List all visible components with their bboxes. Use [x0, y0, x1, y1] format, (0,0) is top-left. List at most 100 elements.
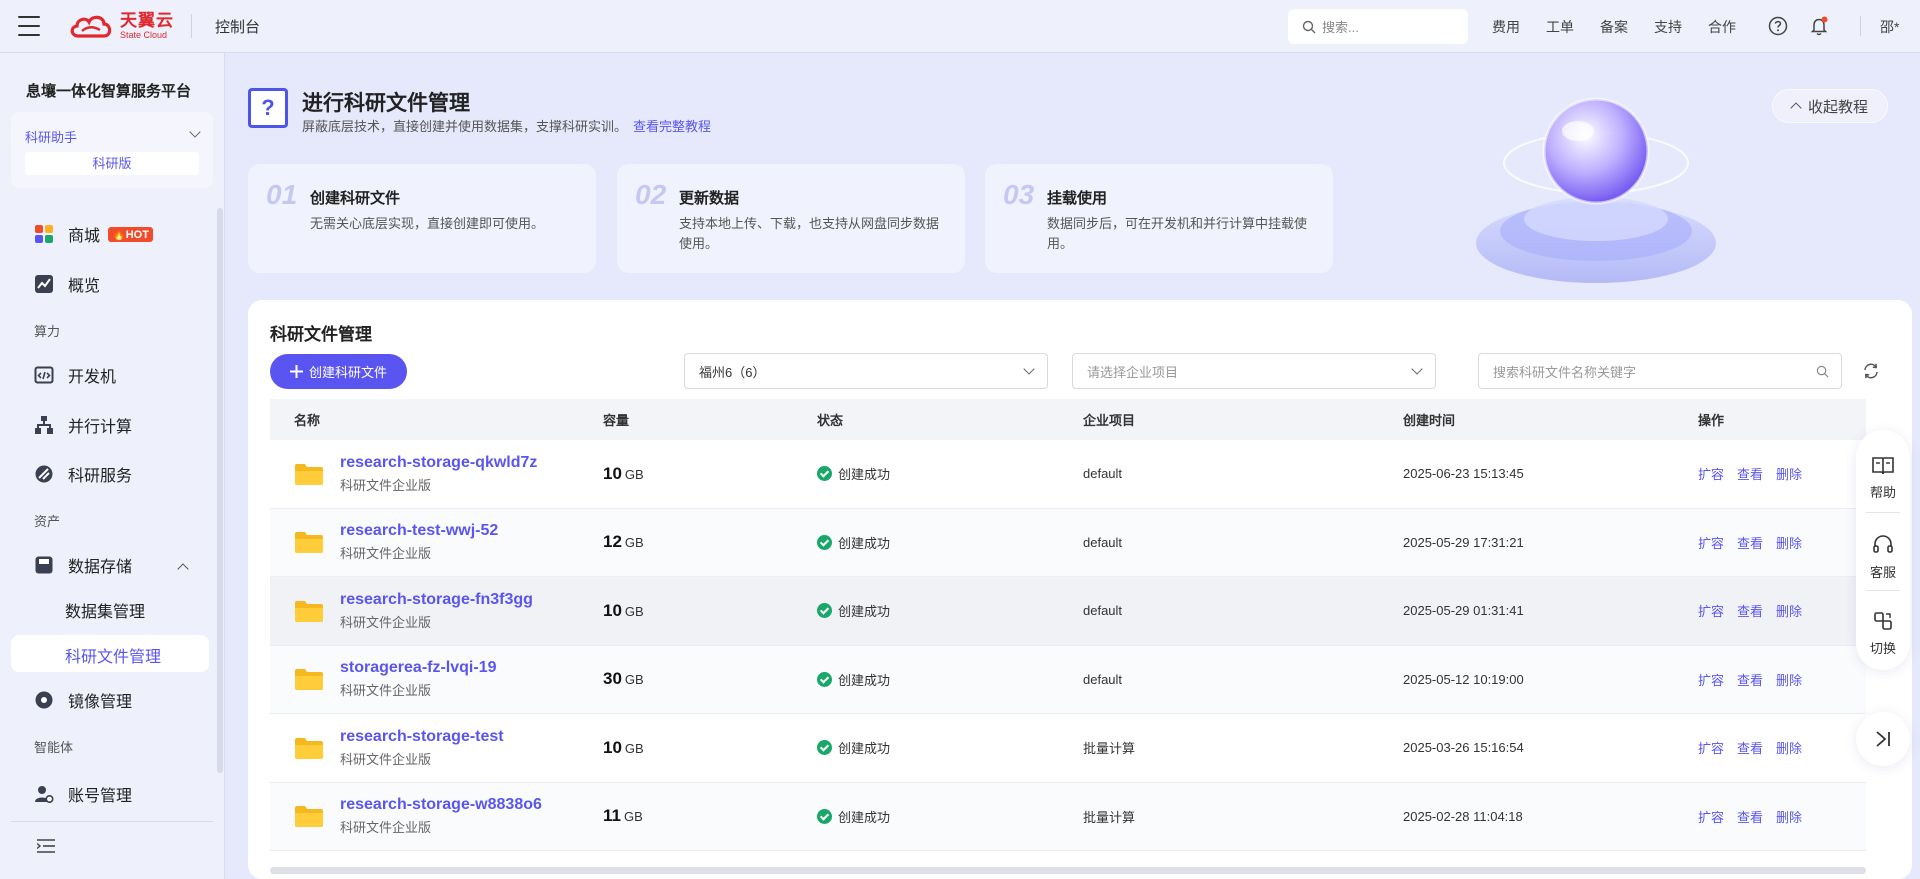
sidebar-item-data-storage[interactable]: 数据存储: [34, 553, 132, 577]
guide-step-1: 01 创建科研文件 无需关心底层实现，直接创建即可使用。: [248, 164, 596, 273]
research-file-name-link[interactable]: research-storage-test: [340, 728, 504, 746]
sidebar-item-research-service[interactable]: 科研服务: [34, 462, 132, 486]
sidebar-item-overview[interactable]: 概览: [34, 272, 100, 296]
chevron-up-icon: [1790, 102, 1802, 114]
expand-action[interactable]: 扩容: [1698, 464, 1724, 483]
assistant-switcher[interactable]: 科研助手 科研版: [11, 112, 213, 188]
view-action[interactable]: 查看: [1737, 670, 1763, 689]
name-block: research-storage-qkwld7z 科研文件企业版: [340, 454, 537, 494]
view-action[interactable]: 查看: [1737, 807, 1763, 826]
create-research-file-button[interactable]: 创建科研文件: [270, 354, 407, 389]
step-number: 01: [266, 179, 298, 210]
delete-action[interactable]: 删除: [1776, 807, 1802, 826]
folder-icon: [295, 532, 323, 554]
table-row[interactable]: research-storage-fn3f3gg 科研文件企业版 10 GB 创建成功 d…: [270, 577, 1866, 646]
expand-action[interactable]: 扩容: [1698, 670, 1724, 689]
step-number: 02: [635, 179, 667, 210]
table-row[interactable]: research-storage-w8838o6 科研文件企业版 11 GB 创建成功 批…: [270, 782, 1866, 851]
actions-cell: 扩容 查看 删除: [1698, 670, 1802, 689]
global-search-input[interactable]: 搜索...: [1288, 9, 1468, 44]
header-link-partner[interactable]: 合作: [1708, 17, 1762, 37]
header-link-support[interactable]: 支持: [1654, 17, 1708, 37]
name-cell: storagerea-fz-lvqi-19 科研文件企业版: [294, 659, 497, 699]
capacity-value: 11: [603, 806, 621, 826]
bell-icon[interactable]: [1809, 16, 1829, 36]
expand-action[interactable]: 扩容: [1698, 738, 1724, 757]
user-menu[interactable]: 邵*: [1880, 17, 1899, 37]
expand-action[interactable]: 扩容: [1698, 807, 1724, 826]
research-file-name-link[interactable]: research-storage-w8838o6: [340, 796, 542, 814]
table-row[interactable]: research-test-wwj-52 科研文件企业版 12 GB 创建成功 defau…: [270, 508, 1866, 577]
customer-service-button[interactable]: 客服: [1856, 534, 1910, 581]
plus-icon: [289, 365, 303, 378]
sidebar-item-mall[interactable]: 商城 🔥HOT: [34, 222, 153, 246]
collapse-sidebar-icon[interactable]: [37, 839, 55, 853]
actions-cell: 扩容 查看 删除: [1698, 738, 1802, 757]
research-file-name-link[interactable]: research-test-wwj-52: [340, 522, 498, 540]
full-tutorial-link[interactable]: 查看完整教程: [633, 119, 711, 134]
sidebar-item-label: 并行计算: [68, 419, 133, 436]
collapse-toolbar-button[interactable]: [1856, 712, 1910, 766]
view-action[interactable]: 查看: [1737, 533, 1763, 552]
disc-icon: [35, 691, 53, 709]
created-time-cell: 2025-05-29 01:31:41: [1403, 603, 1524, 619]
sidebar-scrollbar[interactable]: [217, 208, 223, 773]
research-file-edition: 科研文件企业版: [340, 820, 432, 836]
research-file-name-link[interactable]: research-storage-qkwld7z: [340, 454, 537, 472]
sidebar-item-account[interactable]: 账号管理: [34, 782, 132, 806]
actions-cell: 扩容 查看 删除: [1698, 807, 1802, 826]
capacity-unit: GB: [624, 672, 644, 688]
enterprise-project-select[interactable]: 请选择企业项目: [1072, 353, 1436, 389]
research-file-name-link[interactable]: research-storage-fn3f3gg: [340, 591, 533, 609]
collapse-tutorial-button[interactable]: 收起教程: [1772, 89, 1888, 123]
column-header-capacity: 容量: [603, 413, 630, 428]
sidebar-subitem-research-file[interactable]: 科研文件管理: [65, 643, 161, 667]
hot-badge: 🔥HOT: [108, 226, 153, 242]
table-row[interactable]: storagerea-fz-lvqi-19 科研文件企业版 30 GB 创建成功 defa…: [270, 645, 1866, 714]
project-cell: default: [1083, 603, 1123, 619]
delete-action[interactable]: 删除: [1776, 670, 1802, 689]
research-file-name-link[interactable]: storagerea-fz-lvqi-19: [340, 659, 497, 677]
name-block: research-storage-test 科研文件企业版: [340, 728, 504, 768]
table-row[interactable]: research-storage-test 科研文件企业版 10 GB 创建成功 批量计算…: [270, 714, 1866, 783]
delete-action[interactable]: 删除: [1776, 601, 1802, 620]
view-action[interactable]: 查看: [1737, 601, 1763, 620]
column-header-name: 名称: [294, 413, 321, 428]
capacity-cell: 10 GB: [603, 601, 644, 621]
user-gear-icon: [35, 786, 54, 804]
logo[interactable]: 天翼云 State Cloud: [68, 12, 174, 40]
capacity-value: 10: [603, 463, 622, 483]
switch-button[interactable]: 切换: [1856, 610, 1910, 657]
sidebar-section-agent: 智能体: [34, 740, 74, 755]
header-link-filing[interactable]: 备案: [1600, 17, 1654, 37]
research-file-edition: 科研文件企业版: [340, 546, 432, 562]
help-circle-icon[interactable]: [1768, 16, 1788, 36]
research-file-search-input[interactable]: 搜索科研文件名称关键字: [1478, 353, 1842, 389]
region-select[interactable]: 福州6（6）: [684, 353, 1048, 389]
delete-action[interactable]: 删除: [1776, 738, 1802, 757]
chevron-up-icon[interactable]: [177, 563, 189, 575]
help-button[interactable]: 帮助: [1856, 456, 1910, 501]
console-title[interactable]: 控制台: [215, 16, 260, 37]
table-row[interactable]: research-storage-qkwld7z 科研文件企业版 10 GB 创建成功 d…: [270, 440, 1866, 509]
capacity-unit: GB: [624, 535, 644, 551]
delete-action[interactable]: 删除: [1776, 464, 1802, 483]
menu-icon[interactable]: [18, 16, 40, 36]
view-action[interactable]: 查看: [1737, 464, 1763, 483]
sidebar-item-devmachine[interactable]: 开发机: [34, 363, 116, 387]
research-file-panel: 科研文件管理 创建科研文件 福州6（6） 请选择企业项目 搜索科研文件名称关键字…: [248, 300, 1912, 879]
guide-step-2: 02 更新数据 支持本地上传、下载，也支持从网盘同步数据使用。: [617, 164, 965, 273]
name-block: storagerea-fz-lvqi-19 科研文件企业版: [340, 659, 497, 699]
sidebar-subitem-dataset[interactable]: 数据集管理: [65, 598, 145, 622]
delete-action[interactable]: 删除: [1776, 533, 1802, 552]
created-time-cell: 2025-06-23 15:13:45: [1403, 466, 1524, 482]
sidebar-item-parallel[interactable]: 并行计算: [34, 413, 132, 437]
view-action[interactable]: 查看: [1737, 738, 1763, 757]
header-link-fee[interactable]: 费用: [1492, 17, 1546, 37]
sidebar-item-image[interactable]: 镜像管理: [34, 688, 132, 712]
header-link-ticket[interactable]: 工单: [1546, 17, 1600, 37]
table-horizontal-scrollbar[interactable]: [270, 867, 1866, 874]
expand-action[interactable]: 扩容: [1698, 601, 1724, 620]
expand-action[interactable]: 扩容: [1698, 533, 1724, 552]
refresh-icon[interactable]: [1862, 362, 1880, 380]
